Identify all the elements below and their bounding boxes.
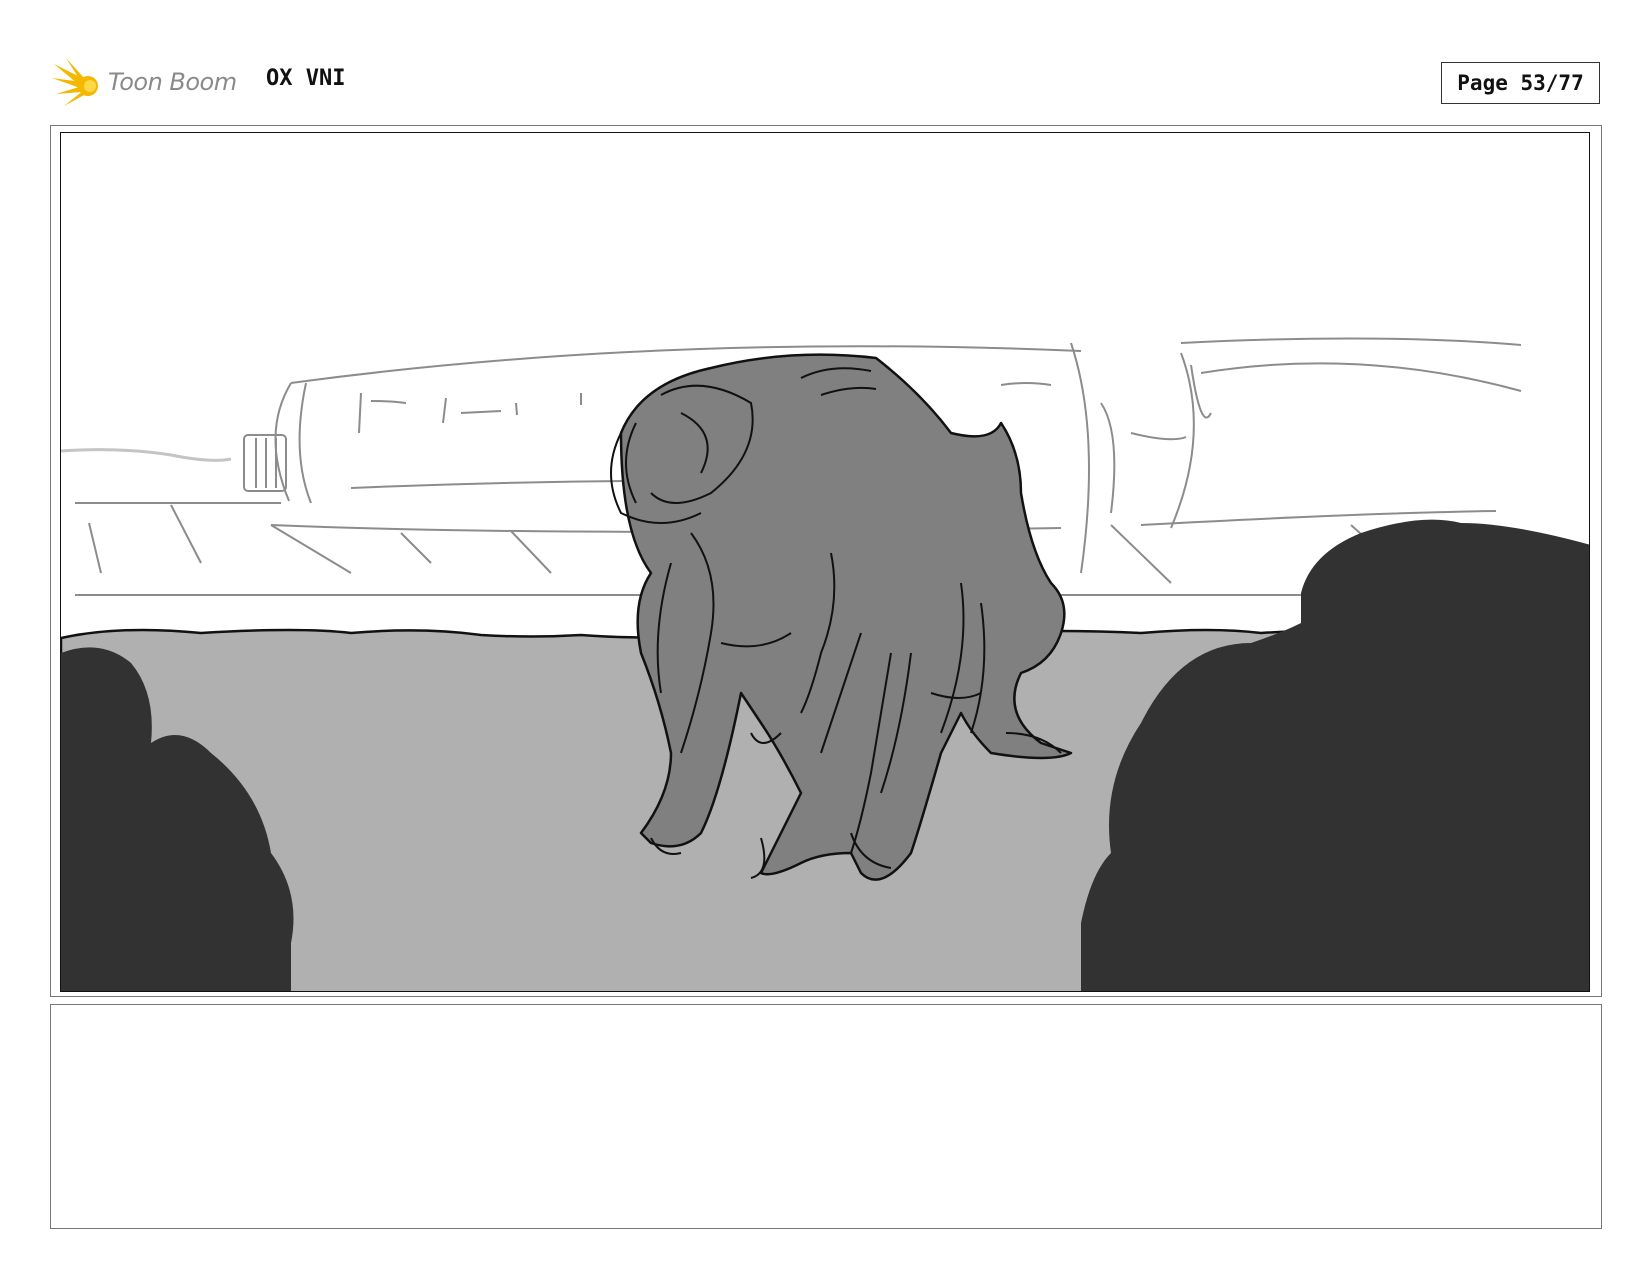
right-bush bbox=[1081, 519, 1589, 991]
page-number: Page 53/77 bbox=[1441, 62, 1600, 104]
notes-panel bbox=[50, 1004, 1602, 1229]
storyboard-panel-image bbox=[60, 132, 1590, 992]
sketch-illustration bbox=[61, 337, 1589, 991]
logo-text: Toon Boom bbox=[108, 68, 237, 96]
starburst-icon bbox=[52, 58, 98, 106]
page-header: Toon Boom OX VNI Page 53/77 bbox=[0, 0, 1650, 120]
toon-boom-logo: Toon Boom bbox=[52, 56, 252, 112]
project-title: OX VNI bbox=[266, 66, 346, 91]
